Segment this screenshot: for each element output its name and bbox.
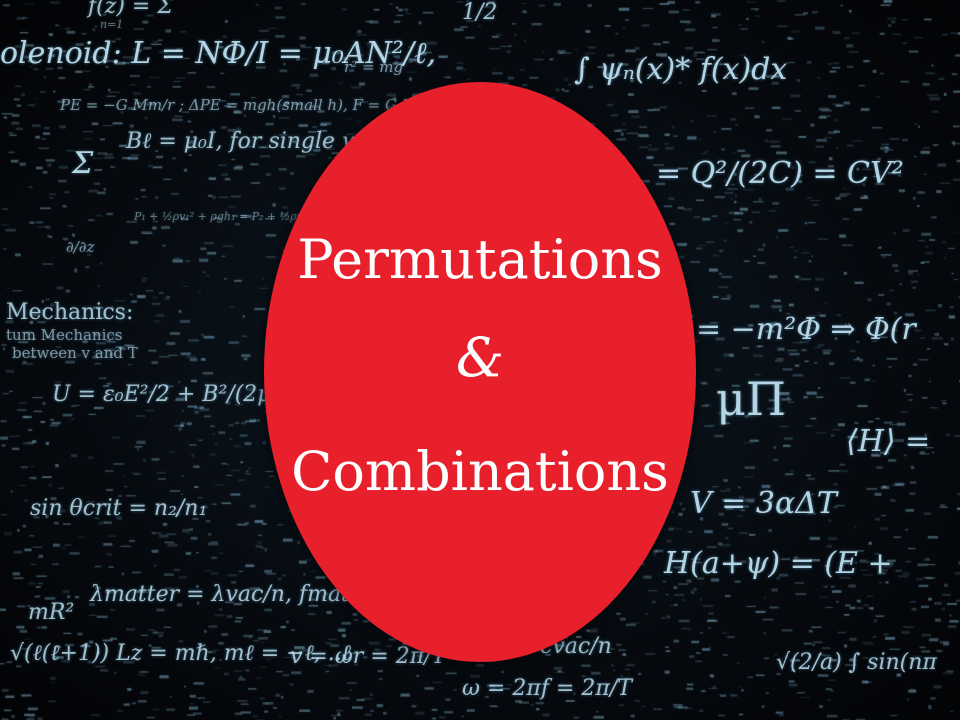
bg-equation: f(z) = Σ — [88, 0, 173, 19]
bg-equation: P₁ + ½ρv₁² + ρgh₁ = P₂ + ½ρv₂² — [134, 210, 312, 223]
bg-equation: mR² — [28, 600, 75, 625]
bg-equation: H(a+ψ) = (E + — [664, 546, 893, 581]
bg-equation: r² = mg — [344, 58, 404, 76]
bg-equation: n=1 — [100, 18, 124, 31]
title-line-permutations: Permutations — [297, 228, 663, 291]
title-line-combinations: Combinations — [291, 440, 669, 503]
bg-equation: √(2/a) ∫ sin(nπ — [776, 650, 937, 675]
title-ampersand: & — [455, 326, 505, 389]
bg-equation: Σ — [72, 146, 94, 181]
bg-equation: = Q²/(2C) = CV² — [656, 156, 904, 191]
bg-equation: ω = 2πf = 2π/T — [462, 676, 632, 701]
bg-equation: 1/2 — [462, 0, 498, 25]
bg-equation: ∫ ψₙ(x)* f(x)dx — [574, 52, 788, 87]
title-card: f(z) = Σ n=1 1/2 olenoid: L = NΦ/I = μ₀A… — [0, 0, 960, 720]
bg-equation: Mechanics: — [6, 300, 134, 325]
